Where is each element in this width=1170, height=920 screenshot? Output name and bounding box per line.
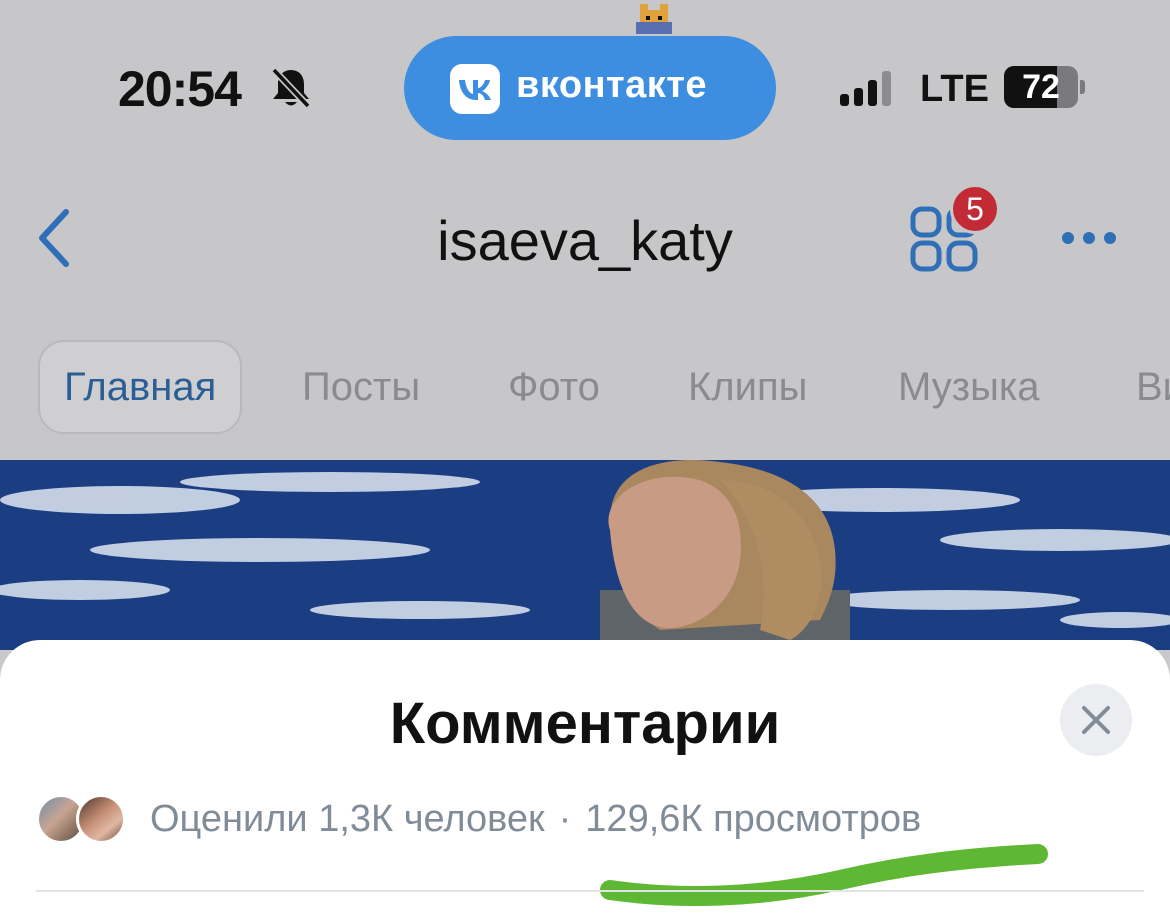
green-highlight-stroke — [600, 844, 1048, 906]
close-button[interactable] — [1060, 684, 1132, 756]
tab-clips[interactable]: Клипы — [688, 340, 807, 434]
notification-badge: 5 — [950, 184, 1000, 234]
cellular-signal-icon — [840, 71, 891, 106]
likes-count-text[interactable]: Оценили 1,3К человек — [150, 798, 545, 840]
bell-muted-icon — [271, 67, 311, 109]
tab-music[interactable]: Музыка — [898, 340, 1039, 434]
divider — [36, 890, 1144, 892]
vk-app-pill[interactable]: вконтакте — [404, 36, 776, 140]
tab-videos[interactable]: Ви — [1136, 340, 1170, 434]
profile-tabs: Главная Посты Фото Клипы Музыка Ви — [0, 340, 1170, 436]
liked-avatars[interactable] — [36, 794, 130, 846]
vk-app-name: вконтакте — [516, 64, 708, 106]
battery-indicator: 72 — [1004, 66, 1085, 108]
close-icon — [1082, 706, 1110, 734]
comments-title: Комментарии — [389, 691, 781, 756]
more-horizontal-icon[interactable] — [1060, 230, 1118, 246]
avatar — [76, 794, 126, 844]
cat-pixel-icon — [636, 4, 672, 34]
network-type-label: LTE — [920, 68, 989, 110]
vk-logo-icon — [450, 64, 500, 114]
tab-photos[interactable]: Фото — [508, 340, 600, 434]
tab-posts[interactable]: Посты — [302, 340, 420, 434]
status-time: 20:54 — [118, 61, 242, 117]
stats-separator: · — [558, 798, 572, 840]
profile-cover-image — [0, 460, 1170, 650]
battery-percent: 72 — [1022, 68, 1060, 106]
tab-main[interactable]: Главная — [38, 340, 243, 434]
